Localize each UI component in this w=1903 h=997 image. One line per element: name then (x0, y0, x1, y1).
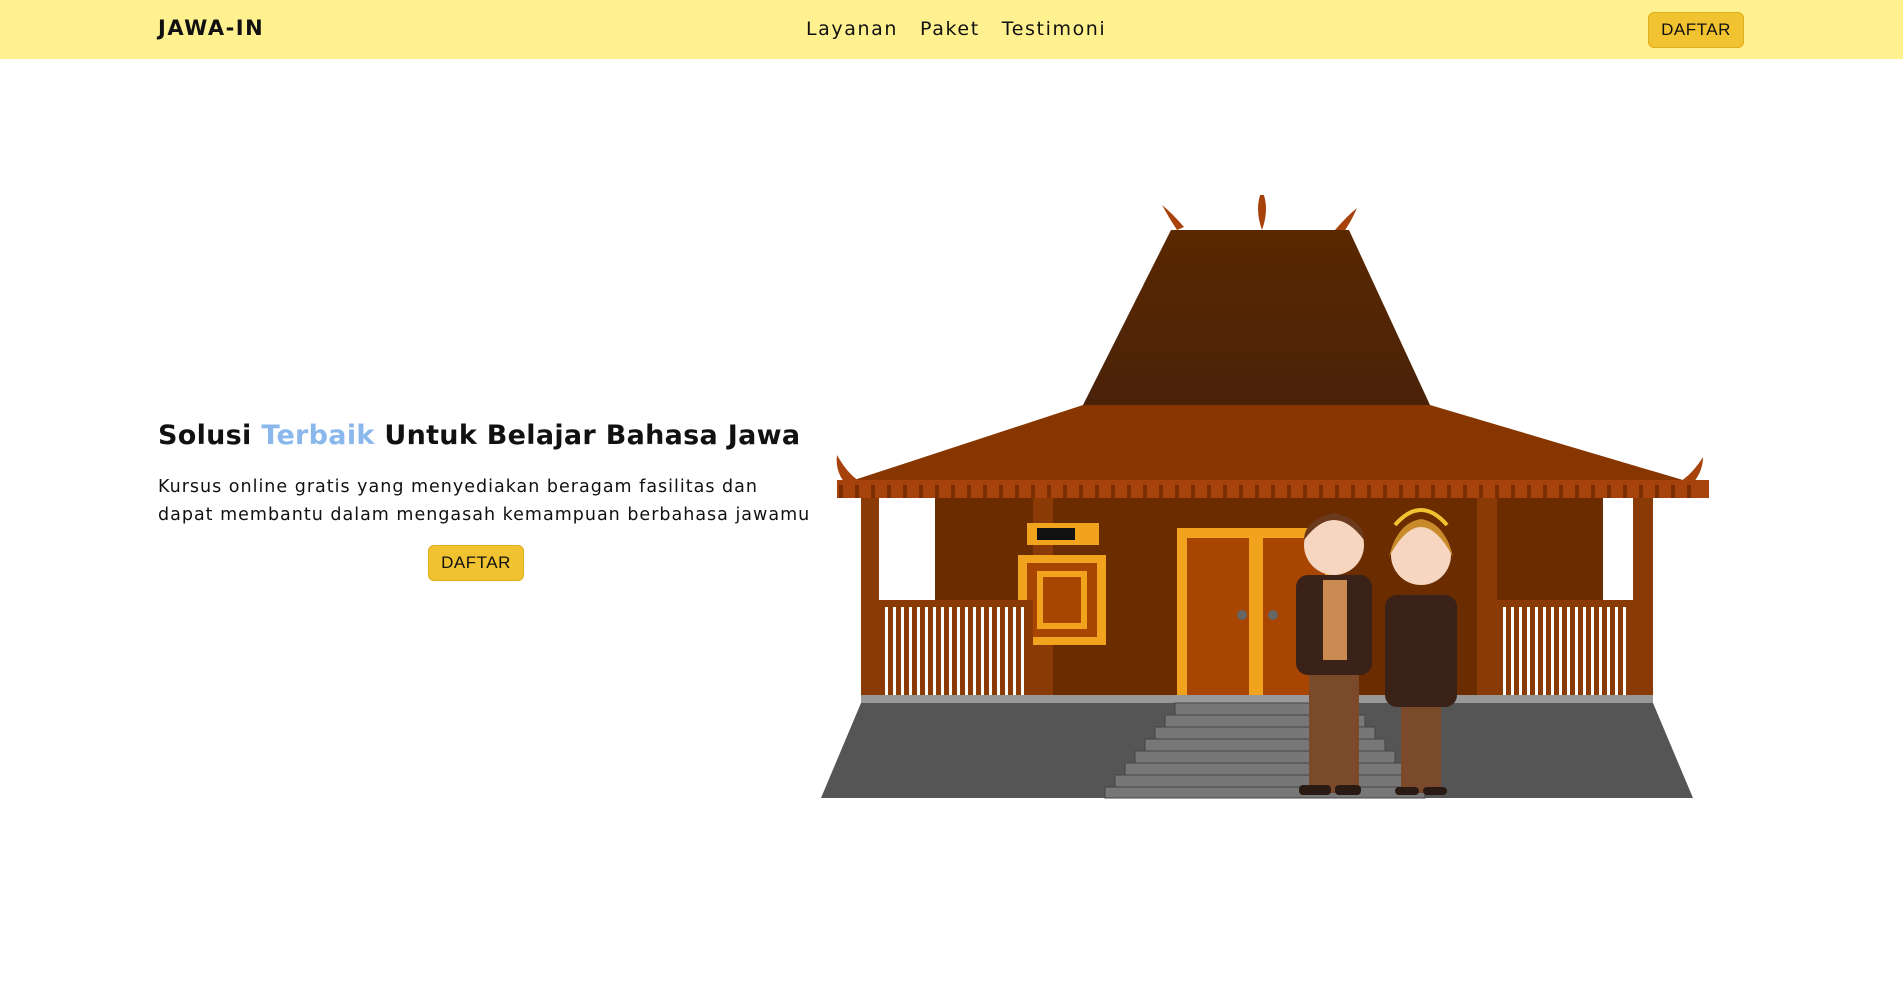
joglo-house-illustration (821, 195, 1709, 799)
hero-description: Kursus online gratis yang menyediakan be… (158, 477, 811, 525)
navbar: JAWA-IN Layanan Paket Testimoni DAFTAR (0, 0, 1903, 59)
hero-title: Solusi Terbaik Untuk Belajar Bahasa Jawa (158, 420, 800, 451)
nav-link-paket[interactable]: Paket (920, 18, 980, 40)
hero-daftar-button[interactable]: DAFTAR (428, 545, 524, 581)
brand-logo[interactable]: JAWA-IN (158, 16, 264, 40)
hero-title-start: Solusi (158, 420, 262, 451)
nav-link-layanan[interactable]: Layanan (806, 18, 898, 40)
nav-links: Layanan Paket Testimoni (806, 18, 1106, 40)
nav-daftar-button[interactable]: DAFTAR (1648, 12, 1744, 48)
nav-link-testimoni[interactable]: Testimoni (1002, 18, 1107, 40)
hero-title-end: Untuk Belajar Bahasa Jawa (374, 420, 801, 451)
hero-title-accent: Terbaik (261, 420, 375, 451)
